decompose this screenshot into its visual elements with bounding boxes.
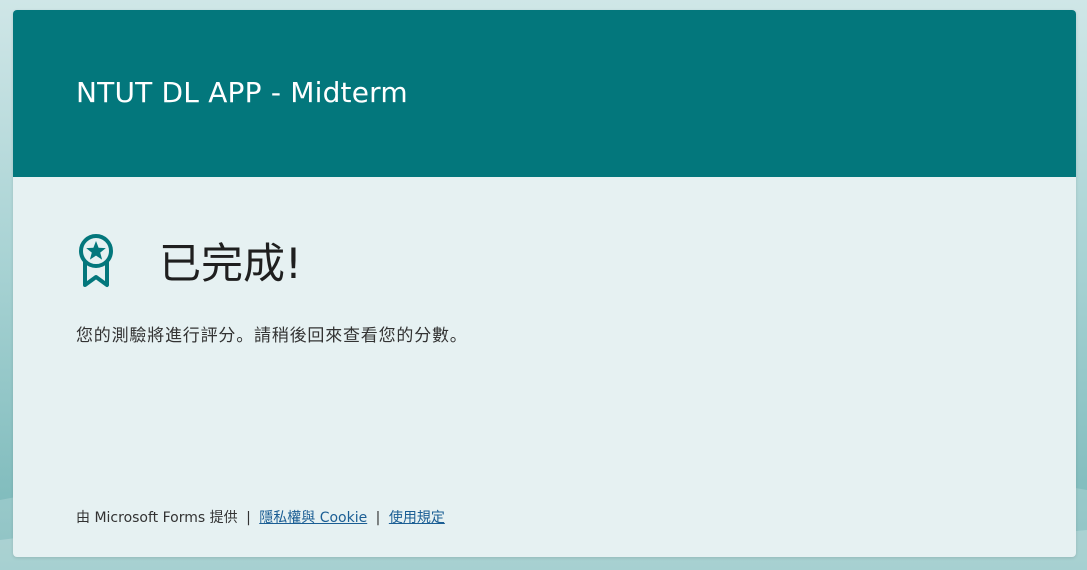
powered-by-text: 由 Microsoft Forms 提供 [76, 510, 238, 526]
completion-heading: 已完成! [159, 238, 302, 288]
footer-separator: | [375, 510, 381, 526]
award-ribbon-icon [76, 230, 140, 290]
footer-separator: | [246, 510, 251, 526]
form-card: NTUT DL APP - Midterm 已完成! 您的測驗將進行評分。請稍後… [13, 10, 1076, 557]
completion-message: 您的測驗將進行評分。請稍後回來查看您的分數。 [76, 326, 468, 346]
terms-of-use-link[interactable]: 使用規定 [389, 510, 445, 526]
form-header: NTUT DL APP - Midterm [13, 10, 1076, 177]
form-title: NTUT DL APP - Midterm [76, 76, 408, 109]
completion-heading-row: 已完成! [76, 230, 302, 290]
privacy-cookie-link[interactable]: 隱私權與 Cookie [259, 510, 367, 526]
footer: 由 Microsoft Forms 提供 | 隱私權與 Cookie | 使用規… [76, 507, 445, 527]
